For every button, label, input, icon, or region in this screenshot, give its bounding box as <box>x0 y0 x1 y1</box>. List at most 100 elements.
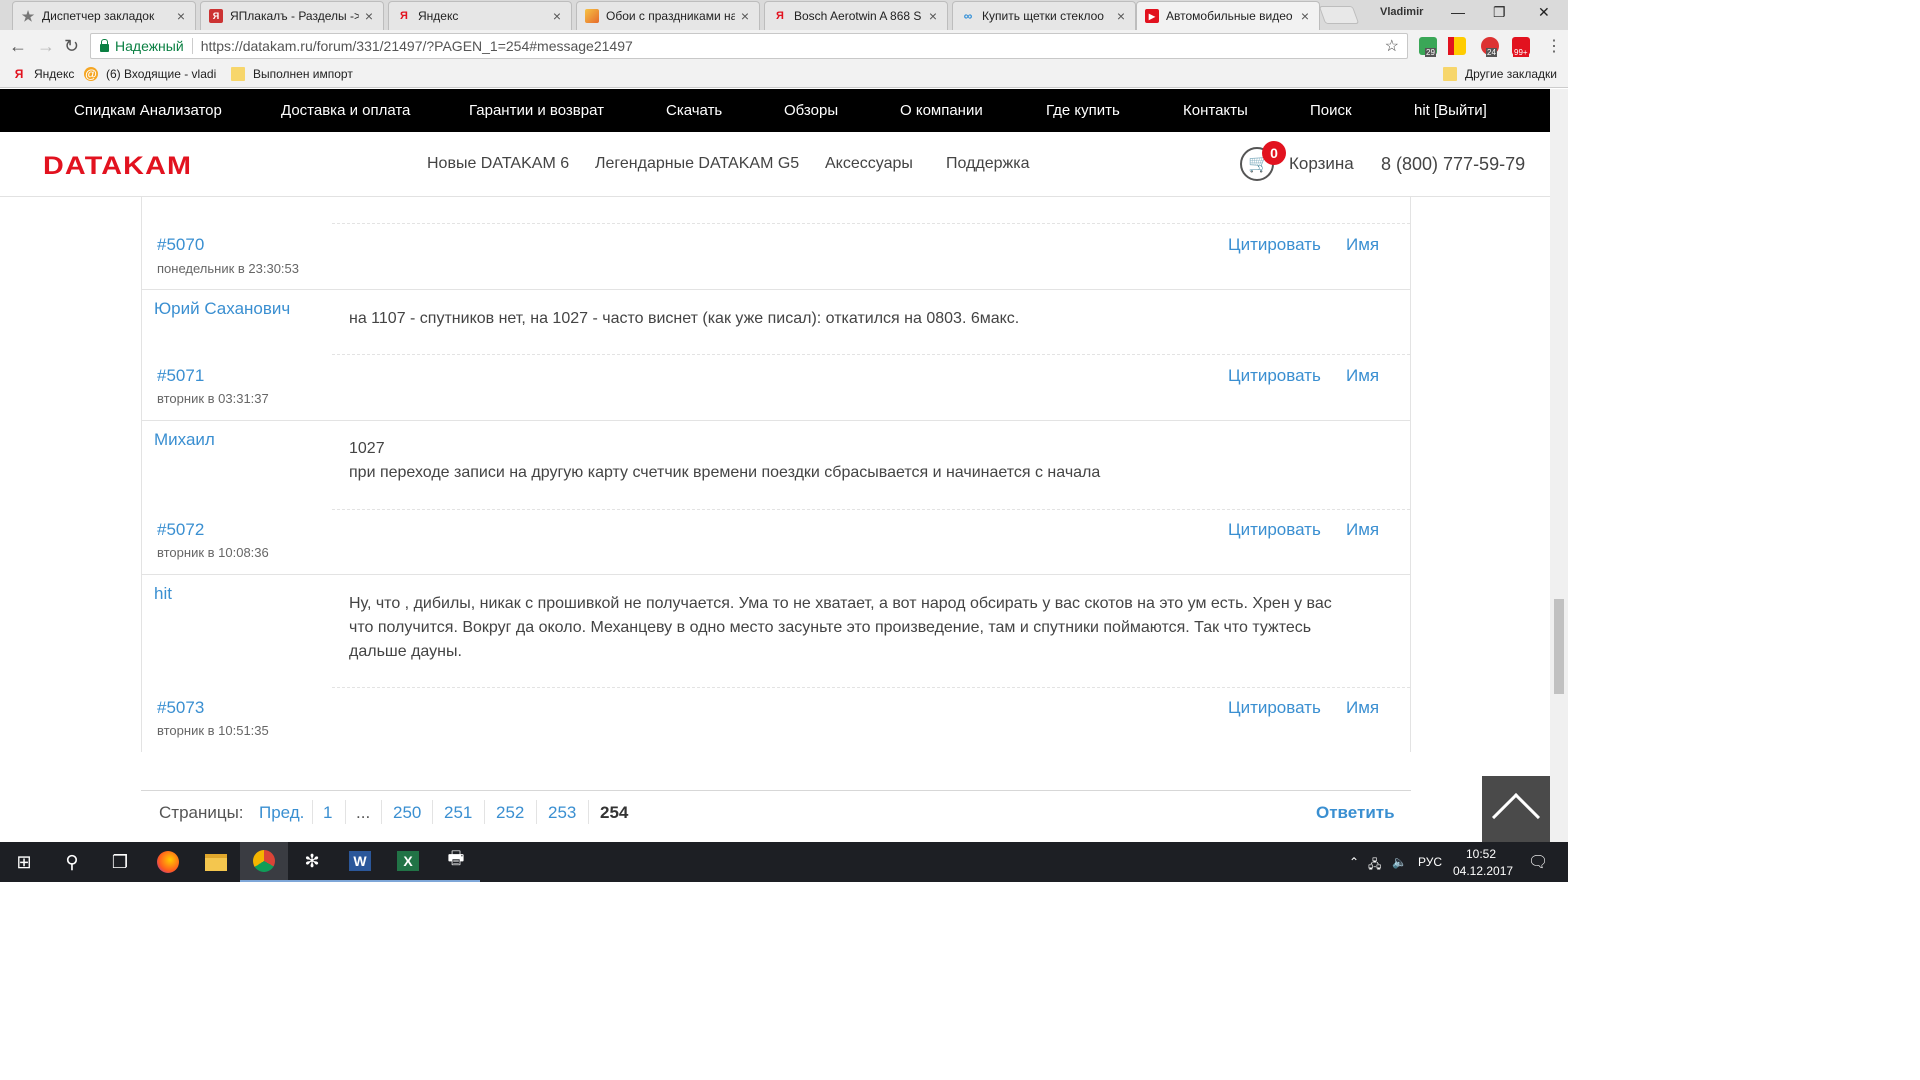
extension-bookmark-icon[interactable] <box>1448 37 1466 55</box>
search-icon[interactable]: ⚲ <box>48 842 96 882</box>
nav-delivery[interactable]: Доставка и оплата <box>281 102 410 119</box>
excel-icon[interactable]: X <box>384 842 432 882</box>
page-link[interactable]: 253 <box>548 803 576 823</box>
tab-yaplakal[interactable]: Я ЯПлакалъ - Разделы -> × <box>200 1 384 30</box>
tab-wallpapers[interactable]: Обои с праздниками на × <box>576 1 760 30</box>
back-icon[interactable]: ← <box>9 36 27 57</box>
name-button[interactable]: Имя <box>1346 366 1379 386</box>
minimize-icon[interactable]: — <box>1451 4 1465 20</box>
notifications-icon[interactable]: 🗨 <box>1528 852 1548 872</box>
quote-button[interactable]: Цитировать <box>1228 235 1321 255</box>
chrome-icon[interactable] <box>240 842 288 882</box>
nav-download[interactable]: Скачать <box>666 102 722 119</box>
name-button[interactable]: Имя <box>1346 520 1379 540</box>
page-prev[interactable]: Пред. <box>259 803 304 823</box>
address-bar[interactable]: Надежный https://datakam.ru/forum/331/21… <box>90 33 1408 59</box>
firefox-icon[interactable] <box>144 842 192 882</box>
close-tab-icon[interactable]: × <box>741 8 749 24</box>
close-tab-icon[interactable]: × <box>1301 8 1309 24</box>
tab-bosch[interactable]: Я Bosch Aerotwin A 868 S × <box>764 1 948 30</box>
tab-title: Bosch Aerotwin A 868 S <box>794 9 922 23</box>
tab-yandex[interactable]: Я Яндекс × <box>388 1 572 30</box>
mail-icon: @ <box>84 67 98 81</box>
post-number[interactable]: #5073 <box>157 698 204 718</box>
phone-number[interactable]: 8 (800) 777-59-79 <box>1381 154 1525 175</box>
language-indicator[interactable]: РУС <box>1418 855 1442 869</box>
bookmark-yandex[interactable]: Я Яндекс <box>12 67 75 81</box>
task-view-icon[interactable]: ❐ <box>96 842 144 882</box>
extension-shield-icon[interactable]: 29 <box>1419 37 1437 57</box>
profile-name[interactable]: Vladimir <box>1380 6 1423 18</box>
nav-datakam-g5[interactable]: Легендарные DATAKAM G5 <box>595 155 799 173</box>
tray-chevron-up-icon[interactable]: ⌃ <box>1349 855 1359 869</box>
tab-wipers-shop[interactable]: ∞ Купить щетки стеклоо × <box>952 1 1136 30</box>
word-icon[interactable]: W <box>336 842 384 882</box>
cart-label[interactable]: Корзина <box>1289 154 1354 174</box>
printer-app-icon[interactable]: 🖶 <box>432 842 480 882</box>
post-number[interactable]: #5070 <box>157 235 204 255</box>
tab-bookmark-manager[interactable]: ★ Диспетчер закладок × <box>12 1 196 30</box>
page-link[interactable]: 250 <box>393 803 421 823</box>
tab-title: Диспетчер закладок <box>42 9 155 23</box>
name-button[interactable]: Имя <box>1346 235 1379 255</box>
network-icon[interactable]: 🖧 <box>1368 855 1381 876</box>
page-link[interactable]: 251 <box>444 803 472 823</box>
page-link[interactable]: 252 <box>496 803 524 823</box>
quote-button[interactable]: Цитировать <box>1228 698 1321 718</box>
bookmark-other[interactable]: Другие закладки <box>1443 67 1557 81</box>
quote-button[interactable]: Цитировать <box>1228 366 1321 386</box>
datakam-logo[interactable]: DATAKAM <box>43 152 192 181</box>
close-tab-icon[interactable]: × <box>1117 8 1125 24</box>
forward-icon[interactable]: → <box>37 36 55 57</box>
close-tab-icon[interactable]: × <box>365 8 373 24</box>
nav-search[interactable]: Поиск <box>1310 102 1352 119</box>
reply-button[interactable]: Ответить <box>1316 803 1395 823</box>
nav-about[interactable]: О компании <box>900 102 983 119</box>
bookmark-star-icon[interactable]: ☆ <box>1385 36 1399 56</box>
quote-button[interactable]: Цитировать <box>1228 520 1321 540</box>
tab-title: Обои с праздниками на <box>606 9 735 23</box>
nav-where-to-buy[interactable]: Где купить <box>1046 102 1120 119</box>
restore-icon[interactable]: ❐ <box>1493 4 1506 21</box>
clock-date[interactable]: 04.12.2017 <box>1453 864 1513 878</box>
page-ellipsis: ... <box>356 803 371 822</box>
nav-datakam-6[interactable]: Новые DATAKAM 6 <box>427 155 569 173</box>
reload-icon[interactable]: ↻ <box>64 36 79 57</box>
nav-accessories[interactable]: Аксессуары <box>825 155 913 173</box>
close-window-icon[interactable]: ✕ <box>1538 4 1550 21</box>
post-number[interactable]: #5072 <box>157 520 204 540</box>
scrollbar-thumb[interactable] <box>1554 599 1564 694</box>
scroll-to-top-button[interactable] <box>1482 776 1550 842</box>
page-scrollbar[interactable] <box>1550 89 1568 842</box>
volume-icon[interactable]: 🔈 <box>1392 855 1407 869</box>
post-number[interactable]: #5071 <box>157 366 204 386</box>
windows-start-icon[interactable]: ⊞ <box>0 842 48 882</box>
tab-title: ЯПлакалъ - Разделы -> <box>230 9 359 23</box>
clock-time[interactable]: 10:52 <box>1466 847 1496 861</box>
nav-reviews[interactable]: Обзоры <box>784 102 838 119</box>
page-link[interactable]: 1 <box>323 803 332 823</box>
nav-support[interactable]: Поддержка <box>946 155 1029 173</box>
fan-app-icon[interactable]: ✻ <box>288 842 336 882</box>
nav-warranty[interactable]: Гарантии и возврат <box>469 102 604 119</box>
bookmark-imported[interactable]: Выполнен импорт <box>231 67 353 81</box>
post-author[interactable]: hit <box>154 584 172 604</box>
name-button[interactable]: Имя <box>1346 698 1379 718</box>
adblock-icon[interactable]: 24 <box>1481 37 1499 57</box>
url-text[interactable]: https://datakam.ru/forum/331/21497/?PAGE… <box>201 38 633 54</box>
tab-datakam-active[interactable]: ▶ Автомобильные видео × <box>1136 1 1320 30</box>
bookmark-inbox[interactable]: @ (6) Входящие - vladi <box>84 67 216 81</box>
extension-counter-icon[interactable]: 99+ <box>1512 37 1530 57</box>
post-author[interactable]: Михаил <box>154 430 215 450</box>
nav-contacts[interactable]: Контакты <box>1183 102 1248 119</box>
close-tab-icon[interactable]: × <box>553 8 561 24</box>
close-tab-icon[interactable]: × <box>177 8 185 24</box>
menu-icon[interactable]: ⋮ <box>1546 36 1562 56</box>
nav-speedcam[interactable]: Спидкам Анализатор <box>74 102 222 119</box>
file-explorer-icon[interactable] <box>192 842 240 882</box>
close-tab-icon[interactable]: × <box>929 8 937 24</box>
wallpaper-icon <box>585 9 599 23</box>
post-author[interactable]: Юрий Саханович <box>154 299 290 319</box>
new-tab-button[interactable] <box>1318 6 1360 24</box>
nav-logout[interactable]: hit [Выйти] <box>1414 102 1487 119</box>
